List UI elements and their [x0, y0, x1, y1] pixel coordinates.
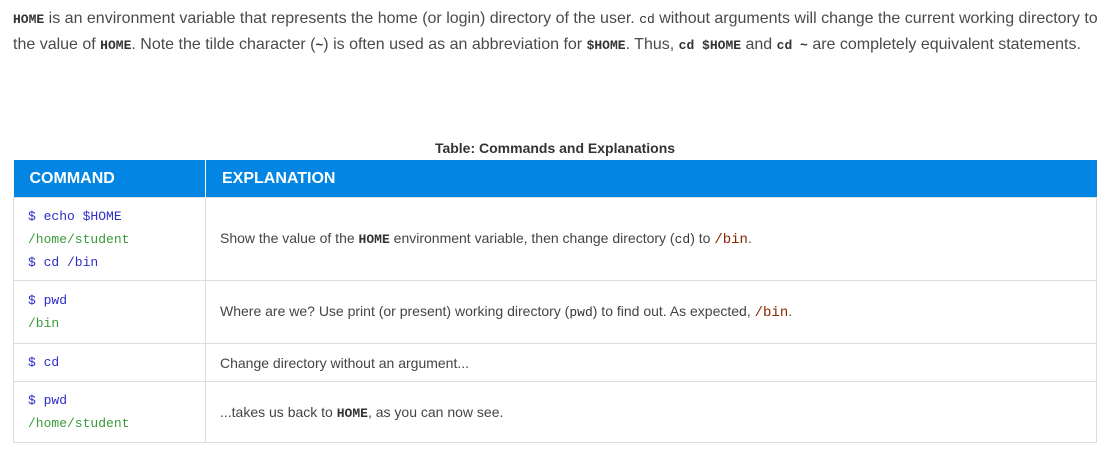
intro-text: is an environment variable that represen… — [44, 10, 640, 27]
intro-text: ) is often used as an abbreviation for — [323, 36, 587, 53]
code-cd: cd — [639, 12, 655, 27]
explanation-text: ...takes us back to — [220, 403, 337, 420]
table-header-row: COMMAND EXPLANATION — [13, 160, 1097, 198]
output-line: /home/student — [28, 416, 130, 431]
output-line: /home/student — [28, 231, 130, 247]
command-line: $ cd /bin — [28, 254, 99, 270]
code-home: HOME — [13, 12, 45, 27]
table-row: $ pwd /bin Where are we? Use print (or p… — [13, 280, 1097, 344]
inline-path: /bin — [714, 232, 748, 248]
table-row: $ echo $HOME /home/student $ cd /bin Sho… — [13, 197, 1097, 281]
explanation-text: ) to — [690, 230, 715, 246]
header-explanation: EXPLANATION — [205, 160, 1097, 198]
command-cell: $ echo $HOME /home/student $ cd /bin — [13, 197, 206, 281]
code-cd-tilde: cd ~ — [776, 38, 808, 53]
command-line: $ cd — [28, 355, 60, 370]
explanation-text: environment variable, then change direct… — [389, 230, 675, 246]
commands-table: COMMAND EXPLANATION $ echo $HOME /home/s… — [13, 160, 1097, 443]
command-cell: $ cd — [13, 343, 206, 382]
inline-code: HOME — [358, 232, 390, 247]
inline-path: /bin — [754, 305, 789, 321]
command-line: $ pwd — [28, 393, 68, 408]
explanation-cell: ...takes us back to HOME, as you can now… — [205, 381, 1097, 443]
inline-code: pwd — [569, 305, 593, 320]
explanation-text: Where are we? Use print (or present) wor… — [220, 303, 570, 319]
explanation-cell: Show the value of the HOME environment v… — [205, 197, 1097, 281]
command-cell: $ pwd /home/student — [13, 381, 206, 443]
intro-text: . Note the tilde character ( — [131, 36, 316, 53]
inline-code: HOME — [336, 405, 368, 421]
code-home-var: $HOME — [586, 38, 626, 53]
explanation-cell: Where are we? Use print (or present) wor… — [205, 280, 1097, 344]
command-line: $ echo $HOME — [28, 208, 122, 224]
table-row: $ pwd /home/student ...takes us back to … — [13, 381, 1097, 443]
intro-text: and — [741, 36, 777, 53]
inline-code: cd — [674, 232, 691, 247]
intro-text: are completely equivalent statements. — [807, 36, 1081, 53]
explanation-text: . — [788, 303, 793, 319]
explanation-text: , as you can now see. — [367, 403, 504, 420]
explanation-text: . — [747, 230, 752, 246]
explanation-text: Change directory without an argument... — [220, 354, 470, 371]
intro-paragraph: HOME is an environment variable that rep… — [13, 6, 1103, 58]
explanation-cell: Change directory without an argument... — [205, 343, 1097, 382]
explanation-text: ) to find out. As expected, — [592, 303, 755, 319]
intro-text: . Thus, — [625, 36, 679, 53]
header-command: COMMAND — [13, 160, 206, 198]
table-caption: Table: Commands and Explanations — [434, 140, 676, 156]
code-cd-home: cd $HOME — [678, 38, 742, 53]
output-line: /bin — [28, 316, 60, 331]
command-cell: $ pwd /bin — [13, 280, 206, 344]
code-home: HOME — [100, 38, 132, 53]
command-line: $ pwd — [28, 293, 68, 308]
table-row: $ cd Change directory without an argumen… — [13, 343, 1097, 382]
explanation-text: Show the value of the — [220, 230, 359, 246]
